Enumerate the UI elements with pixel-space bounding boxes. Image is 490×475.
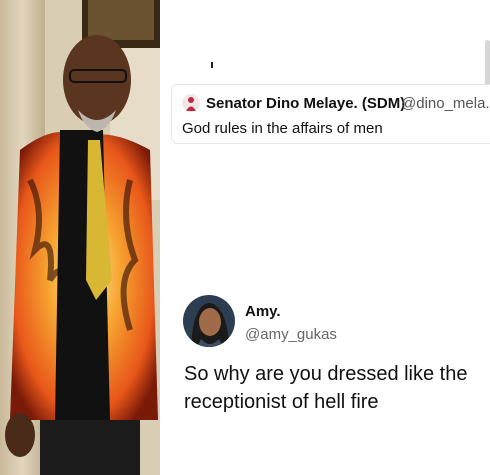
quoted-author-name[interactable]: Senator Dino Melaye. (SDM) <box>206 95 405 112</box>
reply-author-avatar[interactable] <box>183 295 235 347</box>
reply-author-handle[interactable]: @amy_gukas <box>245 326 337 343</box>
quoted-tweet-text: God rules in the affairs of men <box>182 120 383 137</box>
photo-man-in-flame-jacket <box>0 0 160 475</box>
quoted-author-handle[interactable]: @dino_mela. <box>401 95 490 112</box>
quoted-tweet-card[interactable]: Senator Dino Melaye. (SDM) @dino_mela. G… <box>171 84 490 144</box>
stray-mark <box>211 62 213 68</box>
reply-author-name[interactable]: Amy. <box>245 303 281 320</box>
reply-text: So why are you dressed like the receptio… <box>184 363 468 413</box>
quoted-author-avatar[interactable] <box>182 94 200 112</box>
